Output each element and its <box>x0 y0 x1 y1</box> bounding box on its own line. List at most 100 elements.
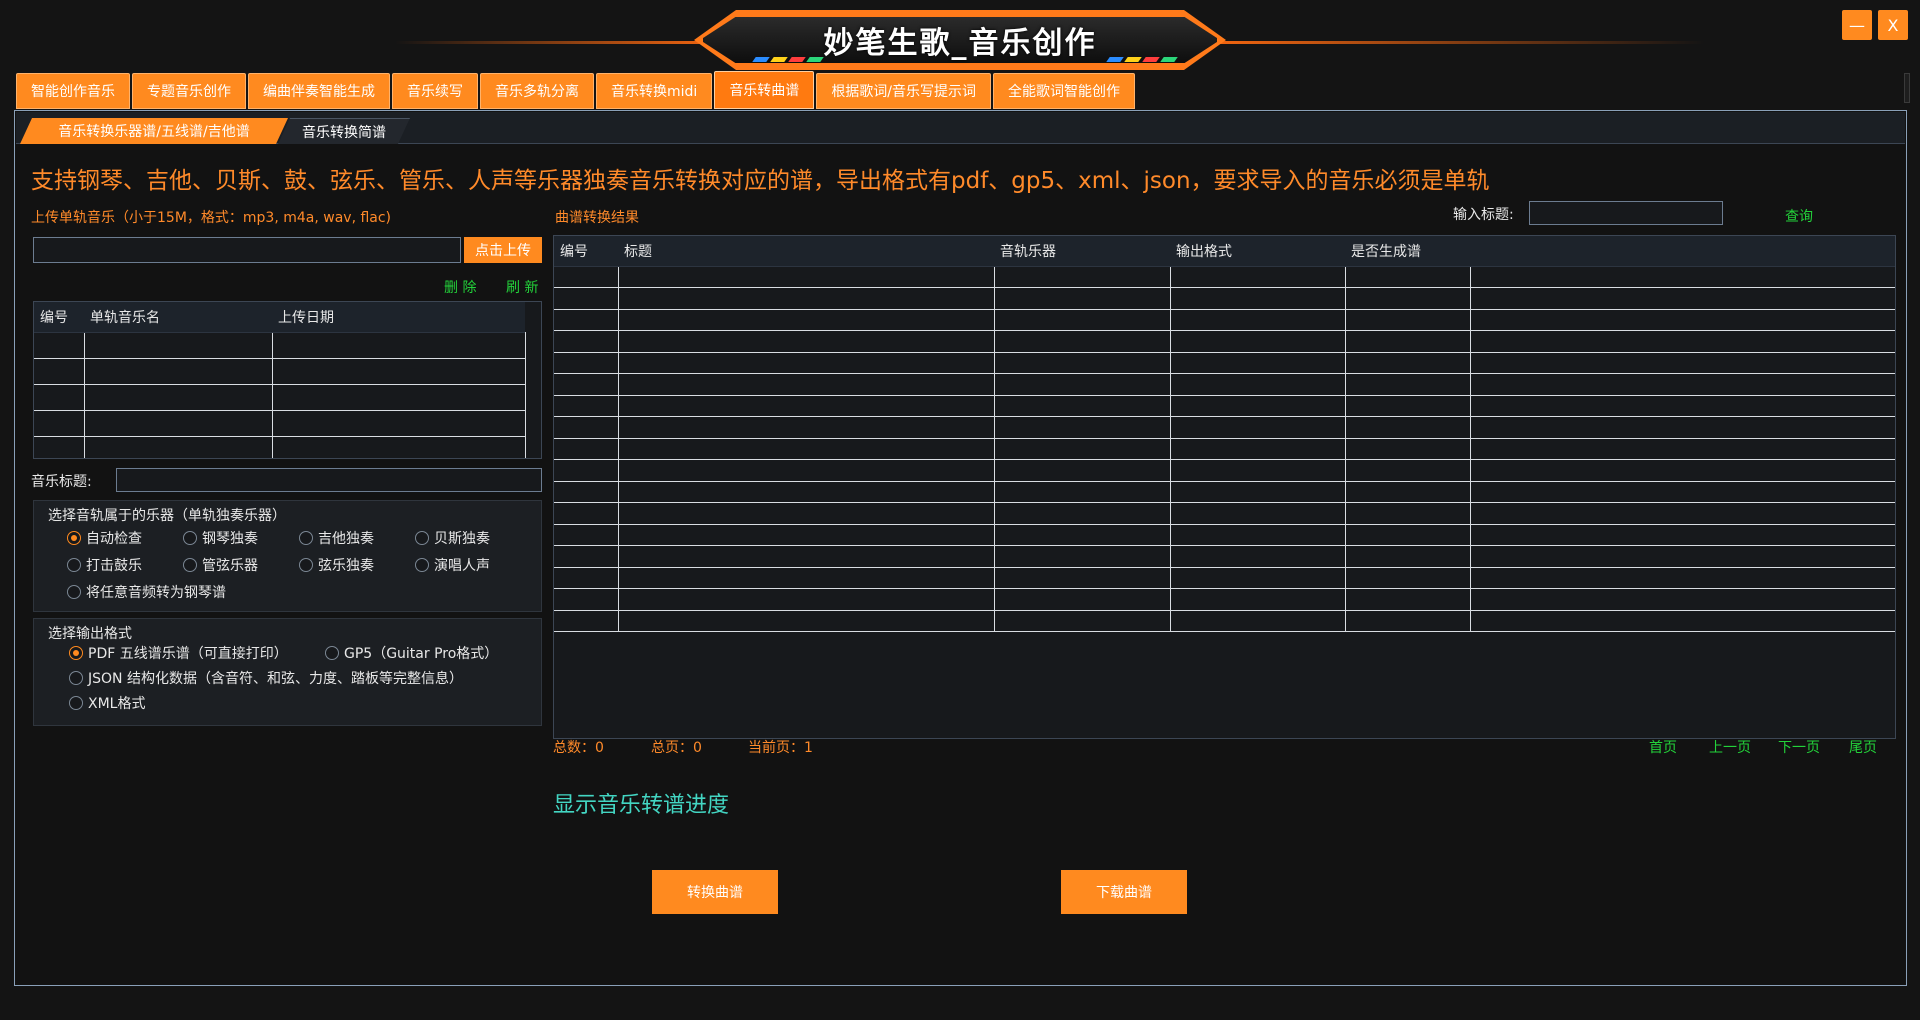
radio-circle-icon <box>325 646 339 660</box>
search-title-input[interactable] <box>1529 201 1723 225</box>
subtab-instrument-score[interactable]: 音乐转换乐器谱/五线谱/吉他谱 <box>20 118 288 144</box>
instrument-radio-label: 打击鼓乐 <box>86 558 142 574</box>
table-cell <box>617 352 995 374</box>
tab-arrangement[interactable]: 编曲伴奏智能生成 <box>248 73 390 109</box>
table-row[interactable] <box>554 459 1895 482</box>
table-row[interactable] <box>554 588 1895 611</box>
table-cell <box>554 524 619 546</box>
instrument-radio-label: 钢琴独奏 <box>202 531 258 547</box>
table-cell <box>1344 416 1471 439</box>
minimize-button[interactable]: — <box>1842 10 1872 40</box>
table-row[interactable] <box>554 266 1895 288</box>
table-cell <box>1469 567 1895 589</box>
upload-table-scrollbar[interactable] <box>525 332 541 458</box>
upload-col-header[interactable]: 单轨音乐名 <box>84 302 272 333</box>
table-row[interactable] <box>34 410 526 437</box>
tab-continuation[interactable]: 音乐续写 <box>392 73 478 109</box>
table-cell <box>993 588 1171 611</box>
radio-circle-icon <box>299 558 313 572</box>
pager-prev-button[interactable]: 上一页 <box>1709 737 1751 757</box>
table-row[interactable] <box>554 309 1895 331</box>
table-row[interactable] <box>34 358 526 385</box>
instrument-radio-5[interactable]: 管弦乐器 <box>183 555 258 575</box>
table-row[interactable] <box>554 610 1895 632</box>
results-col-header[interactable]: 音轨乐器 <box>994 236 1170 267</box>
upload-path-field[interactable] <box>33 237 461 263</box>
tab-topic-compose[interactable]: 专题音乐创作 <box>132 73 246 109</box>
instrument-radio-4[interactable]: 打击鼓乐 <box>67 555 142 575</box>
pager-last-button[interactable]: 尾页 <box>1849 737 1877 757</box>
tab-prompt-writing[interactable]: 根据歌词/音乐写提示词 <box>816 73 992 109</box>
upload-col-header[interactable]: 编号 <box>34 302 84 333</box>
results-table: 编号 标题 音轨乐器 输出格式 是否生成谱 <box>553 235 1896 739</box>
delete-button[interactable]: 删 除 <box>444 277 476 297</box>
instrument-radio-1[interactable]: 钢琴独奏 <box>183 528 258 548</box>
table-row[interactable] <box>34 436 526 458</box>
music-title-input[interactable] <box>116 468 542 492</box>
upload-button[interactable]: 点击上传 <box>464 237 542 263</box>
refresh-button[interactable]: 刷 新 <box>506 277 538 297</box>
format-radio-1[interactable]: GP5（Guitar Pro格式） <box>325 643 498 663</box>
results-col-header[interactable]: 标题 <box>618 236 994 267</box>
table-cell <box>554 588 619 611</box>
tab-lyrics-compose[interactable]: 全能歌词智能创作 <box>993 73 1136 109</box>
table-row[interactable] <box>554 481 1895 503</box>
table-row[interactable] <box>34 384 526 411</box>
convert-score-button[interactable]: 转换曲谱 <box>652 870 778 914</box>
instrument-radio-3[interactable]: 贝斯独奏 <box>415 528 490 548</box>
radio-circle-icon <box>69 646 83 660</box>
table-cell <box>1169 266 1346 288</box>
table-row[interactable] <box>554 395 1895 417</box>
table-cell <box>617 481 995 503</box>
table-row[interactable] <box>554 352 1895 374</box>
table-row[interactable] <box>554 287 1895 310</box>
table-row[interactable] <box>34 332 526 359</box>
table-cell <box>993 459 1171 482</box>
sub-tab-bar: 音乐转换乐器谱/五线谱/吉他谱 音乐转换简谱 <box>16 112 1905 144</box>
table-cell <box>617 610 995 632</box>
instrument-radio-2[interactable]: 吉他独奏 <box>299 528 374 548</box>
table-cell <box>1469 481 1895 503</box>
format-radio-2[interactable]: JSON 结构化数据（含音符、和弦、力度、踏板等完整信息） <box>69 668 463 688</box>
format-radio-3[interactable]: XML格式 <box>69 693 145 713</box>
tab-to-midi[interactable]: 音乐转换midi <box>596 73 713 109</box>
table-cell <box>617 459 995 482</box>
table-cell <box>1169 588 1346 611</box>
table-row[interactable] <box>554 373 1895 396</box>
instrument-radio-7[interactable]: 演唱人声 <box>415 555 490 575</box>
table-row[interactable] <box>554 545 1895 568</box>
tab-scroll-strip[interactable] <box>1904 73 1910 103</box>
results-col-header[interactable]: 是否生成谱 <box>1345 236 1470 267</box>
table-row[interactable] <box>554 330 1895 353</box>
table-row[interactable] <box>554 567 1895 589</box>
instrument-radio-8[interactable]: 将任意音频转为钢琴谱 <box>67 582 226 602</box>
instrument-radio-0[interactable]: 自动检查 <box>67 528 142 548</box>
instrument-radio-6[interactable]: 弦乐独奏 <box>299 555 374 575</box>
table-cell <box>617 330 995 353</box>
tab-to-score[interactable]: 音乐转曲谱 <box>714 71 815 109</box>
close-button[interactable]: X <box>1878 10 1908 40</box>
table-cell <box>993 502 1171 525</box>
download-score-button[interactable]: 下载曲谱 <box>1061 870 1187 914</box>
upload-col-header[interactable]: 上传日期 <box>272 302 525 333</box>
tab-track-separation[interactable]: 音乐多轨分离 <box>480 73 594 109</box>
pager-first-button[interactable]: 首页 <box>1649 737 1677 757</box>
table-cell <box>993 352 1171 374</box>
table-row[interactable] <box>554 502 1895 525</box>
results-col-header[interactable] <box>1470 236 1895 267</box>
pager-next-button[interactable]: 下一页 <box>1778 737 1820 757</box>
table-cell <box>271 358 526 385</box>
table-row[interactable] <box>554 438 1895 460</box>
table-row[interactable] <box>554 524 1895 546</box>
table-cell <box>554 459 619 482</box>
format-radio-0[interactable]: PDF 五线谱乐谱（可直接打印） <box>69 643 288 663</box>
table-row[interactable] <box>554 416 1895 439</box>
radio-circle-icon <box>183 531 197 545</box>
tab-smart-compose[interactable]: 智能创作音乐 <box>16 73 130 109</box>
subtab-numbered-score[interactable]: 音乐转换简谱 <box>278 118 410 144</box>
results-col-header[interactable]: 输出格式 <box>1170 236 1345 267</box>
results-col-header[interactable]: 编号 <box>554 236 618 267</box>
search-title-label: 输入标题: <box>1453 207 1514 223</box>
query-button[interactable]: 查询 <box>1785 206 1813 226</box>
title-stripes-right <box>1106 57 1178 62</box>
